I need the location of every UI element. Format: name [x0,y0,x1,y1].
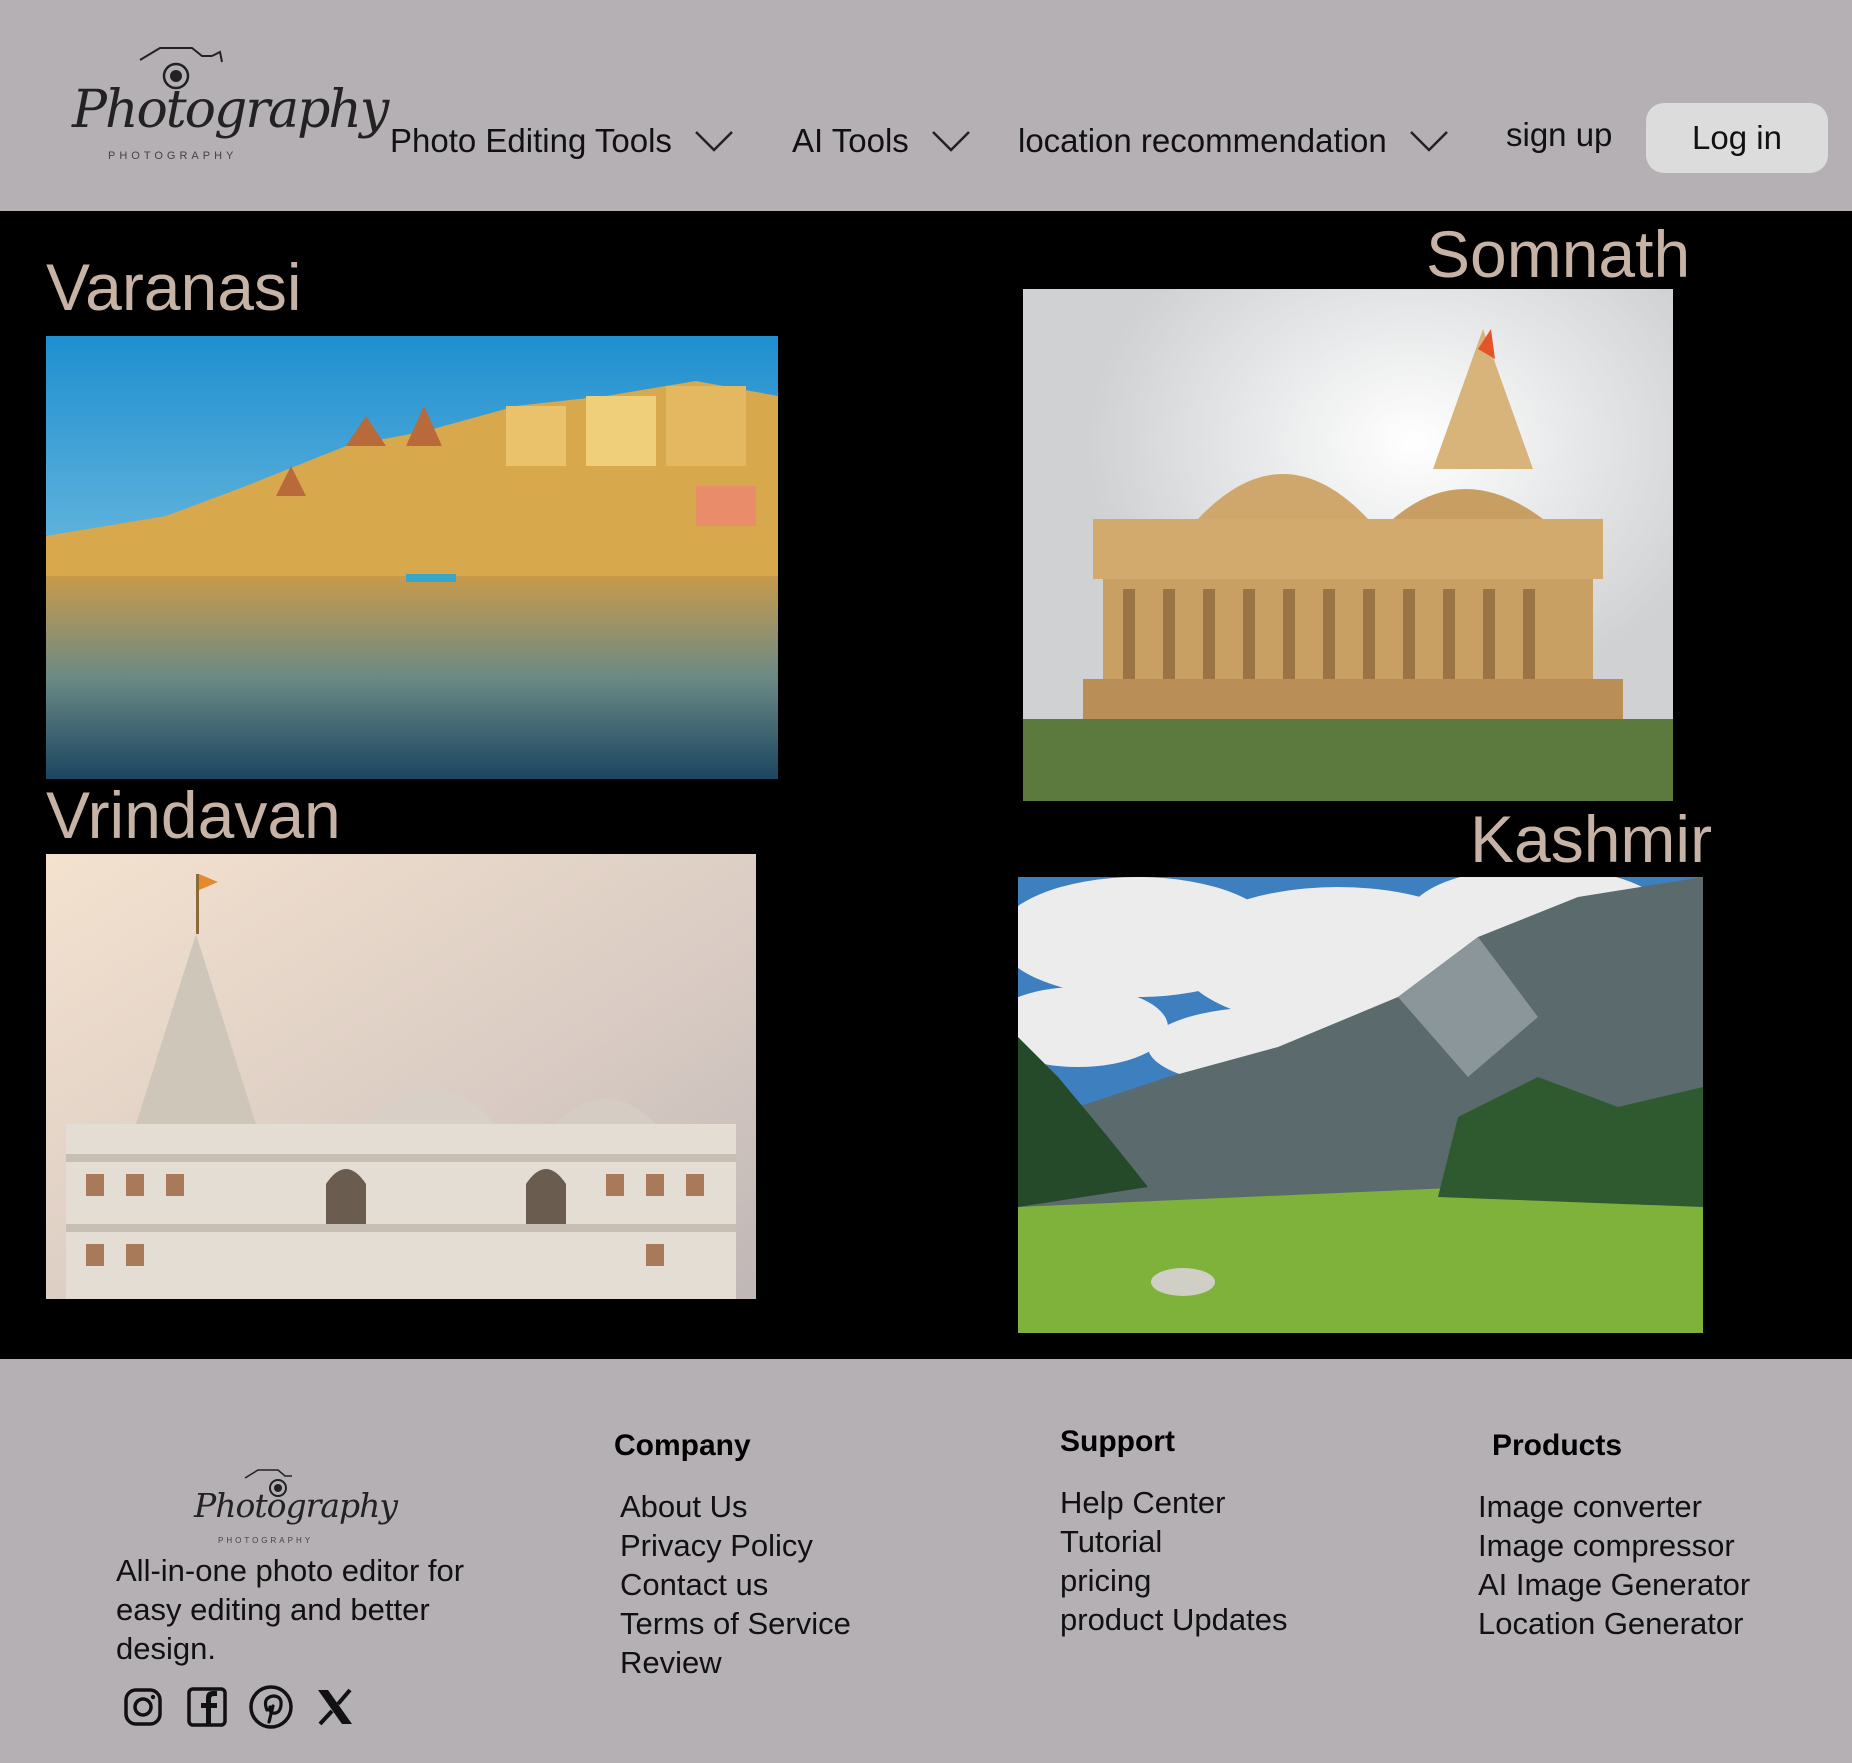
footer-tagline: All-in-one photo editor for easy editing… [116,1553,465,1666]
login-button[interactable]: Log in [1646,103,1828,173]
footer-link-terms-of-service[interactable]: Terms of Service [620,1604,851,1643]
site-footer: Photography PHOTOGRAPHY All-in-one photo… [0,1359,1852,1763]
footer-list-support: Help Center Tutorial pricing product Upd… [1060,1483,1287,1639]
chevron-down-icon [931,131,970,152]
footer-heading-support: Support [1060,1425,1175,1458]
footer-link-ai-image-generator[interactable]: AI Image Generator [1478,1565,1750,1604]
footer-heading-products: Products [1492,1429,1623,1462]
instagram-icon[interactable] [120,1684,166,1730]
footer-link-privacy-policy[interactable]: Privacy Policy [620,1526,851,1565]
x-icon[interactable] [312,1684,358,1730]
signup-link[interactable]: sign up [1506,116,1612,154]
footer-link-about-us[interactable]: About Us [620,1487,851,1526]
footer-logo[interactable]: Photography PHOTOGRAPHY [190,1464,398,1554]
vrindavan-prem-mandir-photo[interactable] [46,854,756,1299]
footer-link-pricing[interactable]: pricing [1060,1561,1287,1600]
nav-label: AI Tools [792,122,909,159]
footer-link-image-converter[interactable]: Image converter [1478,1487,1750,1526]
kashmir-valley-photo[interactable] [1018,877,1703,1333]
logo-wordmark: Photography [72,80,389,140]
logo-subtext: PHOTOGRAPHY [108,150,238,162]
footer-link-help-center[interactable]: Help Center [1060,1483,1287,1522]
footer-link-location-generator[interactable]: Location Generator [1478,1604,1750,1643]
chevron-down-icon [695,131,733,152]
somnath-temple-photo[interactable] [1023,289,1673,801]
footer-list-products: Image converter Image compressor AI Imag… [1478,1487,1750,1643]
nav-photo-editing-tools[interactable]: Photo Editing Tools [390,122,734,160]
footer-heading-company: Company [614,1429,751,1462]
footer-link-tutorial[interactable]: Tutorial [1060,1522,1287,1561]
place-title-varanasi: Varanasi [46,250,302,324]
footer-logo-subtext: PHOTOGRAPHY [218,1536,314,1545]
nav-label: location recommendation [1018,122,1387,159]
nav-label: Photo Editing Tools [390,122,672,159]
facebook-icon[interactable] [184,1684,230,1730]
footer-link-image-compressor[interactable]: Image compressor [1478,1526,1750,1565]
footer-list-company: About Us Privacy Policy Contact us Terms… [620,1487,851,1682]
footer-link-contact-us[interactable]: Contact us [620,1565,851,1604]
footer-link-review[interactable]: Review [620,1643,851,1682]
site-header: Photography PHOTOGRAPHY Photo Editing To… [0,0,1852,211]
nav-ai-tools[interactable]: AI Tools [792,122,971,160]
chevron-down-icon [1409,131,1448,152]
place-title-kashmir: Kashmir [1470,802,1713,876]
varanasi-ghats-photo[interactable] [46,336,778,779]
footer-link-product-updates[interactable]: product Updates [1060,1600,1287,1639]
footer-logo-wordmark: Photography [194,1486,398,1525]
social-links [120,1684,358,1730]
brand-logo[interactable]: Photography PHOTOGRAPHY [62,40,389,170]
locations-gallery: Varanasi Somnath Vrindavan Kashmir [0,211,1852,1359]
nav-location-recommendation[interactable]: location recommendation [1018,122,1449,160]
place-title-vrindavan: Vrindavan [46,778,341,852]
place-title-somnath: Somnath [1426,217,1691,291]
pinterest-icon[interactable] [248,1684,294,1730]
